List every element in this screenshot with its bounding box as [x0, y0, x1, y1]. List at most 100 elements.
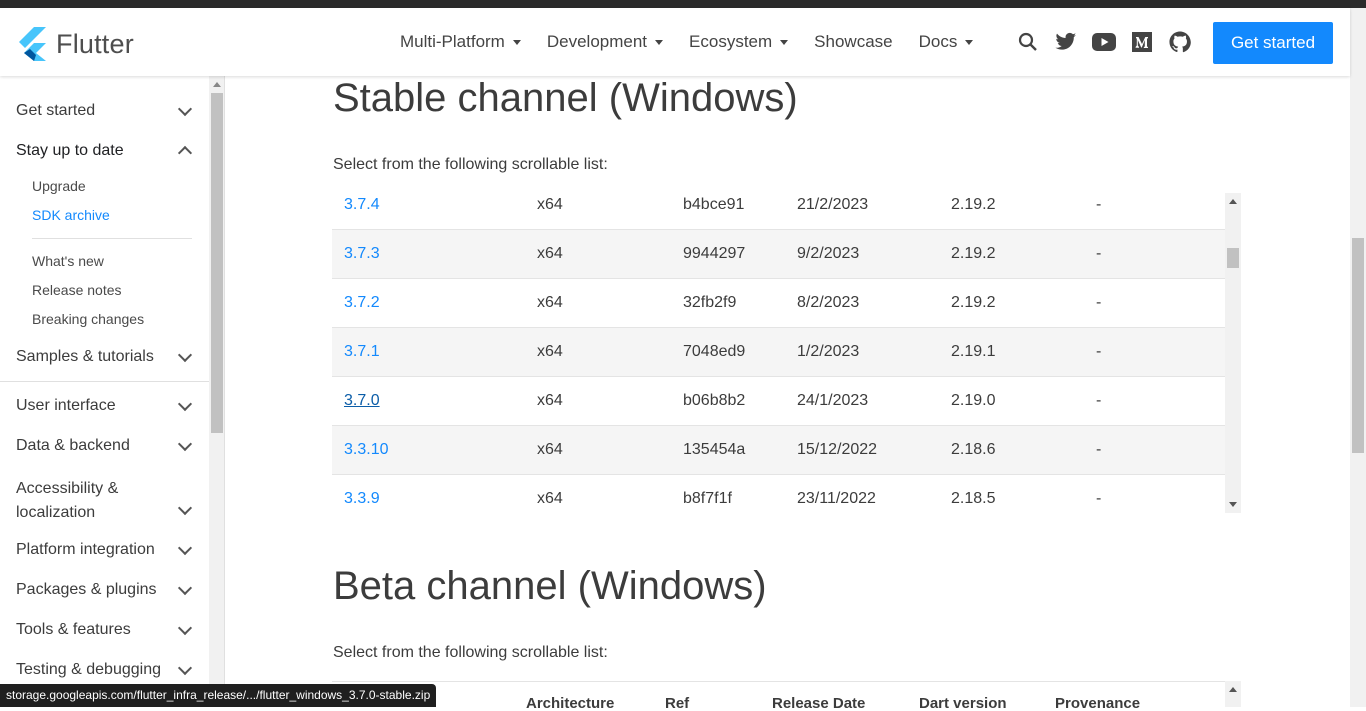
sidebar-item-get-started[interactable]: Get started — [16, 101, 196, 120]
main-nav: Multi-Platform Development Ecosystem Sho… — [400, 32, 999, 52]
provenance-cell: - — [1096, 490, 1102, 507]
date-cell: 23/11/2022 — [797, 490, 876, 507]
sidebar-item-packages[interactable]: Packages & plugins — [16, 580, 196, 599]
youtube-icon[interactable] — [1092, 30, 1116, 54]
version-link[interactable]: 3.3.10 — [344, 441, 388, 459]
ref-cell: 9944297 — [683, 245, 746, 262]
chevron-down-icon — [177, 580, 193, 596]
sidebar-item-user-interface[interactable]: User interface — [16, 396, 196, 415]
version-link[interactable]: 3.7.1 — [344, 343, 380, 361]
date-cell: 9/2/2023 — [797, 245, 860, 262]
arch-cell: x64 — [537, 343, 563, 360]
version-link[interactable]: 3.7.4 — [344, 196, 380, 214]
scroll-up-arrow-icon[interactable] — [1229, 199, 1237, 204]
table-row: 3.7.0 x64 b06b8b2 24/1/2023 2.19.0 - — [332, 377, 1226, 426]
nav-development[interactable]: Development — [547, 32, 664, 52]
scroll-up-arrow-icon[interactable] — [1229, 687, 1237, 692]
scroll-up-arrow-icon[interactable] — [213, 82, 221, 87]
get-started-button[interactable]: Get started — [1213, 22, 1333, 64]
table-row: 3.7.1 x64 7048ed9 1/2/2023 2.19.1 - — [332, 328, 1226, 377]
arch-cell: x64 — [537, 490, 563, 507]
dart-cell: 2.18.5 — [951, 490, 996, 507]
provenance-cell: - — [1096, 441, 1102, 458]
site-header: Flutter Multi-Platform Development Ecosy… — [0, 8, 1350, 76]
arch-cell: x64 — [537, 294, 563, 311]
sidebar-item-tools[interactable]: Tools & features — [16, 620, 196, 639]
provenance-cell: - — [1096, 196, 1102, 213]
nav-docs[interactable]: Docs — [919, 32, 974, 52]
version-link[interactable]: 3.7.0 — [344, 392, 380, 410]
column-header-release-date: Release Date — [772, 695, 866, 711]
sidebar-divider — [32, 238, 192, 239]
sidebar-item-testing[interactable]: Testing & debugging — [16, 660, 196, 679]
dart-cell: 2.18.6 — [951, 441, 996, 458]
ref-cell: 7048ed9 — [683, 343, 746, 360]
version-link[interactable]: 3.3.9 — [344, 490, 380, 508]
ref-cell: 135454a — [683, 441, 746, 458]
sidebar-sub-sdk-archive[interactable]: SDK archive — [32, 207, 110, 223]
ref-cell: b8f7f1f — [683, 490, 732, 507]
sidebar-divider — [0, 381, 209, 382]
sidebar-sub-breaking-changes[interactable]: Breaking changes — [32, 311, 144, 327]
caret-down-icon — [655, 39, 664, 45]
sidebar-item-data-backend[interactable]: Data & backend — [16, 436, 196, 455]
dart-cell: 2.19.2 — [951, 294, 996, 311]
main-content: Stable channel (Windows) Select from the… — [226, 76, 1350, 711]
sidebar-sub-whats-new[interactable]: What's new — [32, 253, 104, 269]
ref-cell: 32fb2f9 — [683, 294, 737, 311]
dart-cell: 2.19.1 — [951, 343, 996, 360]
beta-channel-heading: Beta channel (Windows) — [333, 564, 767, 608]
arch-cell: x64 — [537, 392, 563, 409]
nav-ecosystem[interactable]: Ecosystem — [689, 32, 789, 52]
provenance-cell: - — [1096, 245, 1102, 262]
table-row: 3.7.4 x64 b4bce91 21/2/2023 2.19.2 - — [332, 193, 1226, 230]
arch-cell: x64 — [537, 245, 563, 262]
nav-multi-platform[interactable]: Multi-Platform — [400, 32, 521, 52]
table-scroll-thumb[interactable] — [1227, 248, 1239, 268]
sidebar-item-samples[interactable]: Samples & tutorials — [16, 347, 196, 366]
version-link[interactable]: 3.7.2 — [344, 294, 380, 312]
chevron-down-icon — [177, 660, 193, 676]
page-scroll-thumb[interactable] — [1352, 238, 1364, 453]
nav-showcase[interactable]: Showcase — [814, 32, 892, 52]
column-header-architecture: Architecture — [526, 695, 615, 711]
sidebar-scroll-thumb[interactable] — [211, 93, 223, 433]
sidebar-item-accessibility[interactable]: Accessibility & localization — [16, 477, 196, 525]
stable-releases-table: 3.7.4 x64 b4bce91 21/2/2023 2.19.2 - 3.7… — [332, 193, 1226, 513]
sidebar-item-platform-integration[interactable]: Platform integration — [16, 540, 196, 559]
chevron-down-icon — [177, 396, 193, 412]
github-icon[interactable] — [1168, 30, 1192, 54]
sidebar-item-stay-up-to-date[interactable]: Stay up to date — [16, 142, 196, 161]
ref-cell: b4bce91 — [683, 196, 745, 213]
flutter-logo[interactable]: Flutter — [16, 27, 134, 61]
column-header-dart-version: Dart version — [919, 695, 1007, 711]
stable-channel-heading: Stable channel (Windows) — [333, 76, 798, 120]
table-row: 3.7.3 x64 9944297 9/2/2023 2.19.2 - — [332, 230, 1226, 279]
dart-cell: 2.19.2 — [951, 245, 996, 262]
browser-top-strip — [0, 0, 1366, 8]
docs-sidebar: Get started Stay up to date Upgrade SDK … — [0, 76, 209, 707]
beta-intro-text: Select from the following scrollable lis… — [333, 644, 608, 661]
header-icons — [1016, 30, 1206, 54]
caret-down-icon — [780, 39, 789, 45]
twitter-icon[interactable] — [1054, 30, 1078, 54]
page-scrollbar[interactable] — [1350, 8, 1366, 707]
beta-table-scrollbar[interactable] — [1225, 681, 1241, 707]
scroll-down-arrow-icon[interactable] — [1229, 502, 1237, 507]
date-cell: 8/2/2023 — [797, 294, 860, 311]
arch-cell: x64 — [537, 196, 563, 213]
caret-down-icon — [965, 39, 974, 45]
sidebar-sub-release-notes[interactable]: Release notes — [32, 282, 122, 298]
sidebar-sub-upgrade[interactable]: Upgrade — [32, 178, 86, 194]
search-icon[interactable] — [1016, 30, 1040, 54]
chevron-up-icon — [177, 145, 193, 161]
date-cell: 15/12/2022 — [797, 441, 878, 458]
version-link[interactable]: 3.7.3 — [344, 245, 380, 263]
caret-down-icon — [512, 39, 521, 45]
stable-table-scrollbar[interactable] — [1225, 193, 1241, 513]
table-row: 3.3.9 x64 b8f7f1f 23/11/2022 2.18.5 - — [332, 475, 1226, 513]
sidebar-scrollbar[interactable] — [209, 76, 225, 707]
medium-icon[interactable] — [1130, 30, 1154, 54]
table-row: 3.3.10 x64 135454a 15/12/2022 2.18.6 - — [332, 426, 1226, 475]
stable-intro-text: Select from the following scrollable lis… — [333, 156, 608, 173]
